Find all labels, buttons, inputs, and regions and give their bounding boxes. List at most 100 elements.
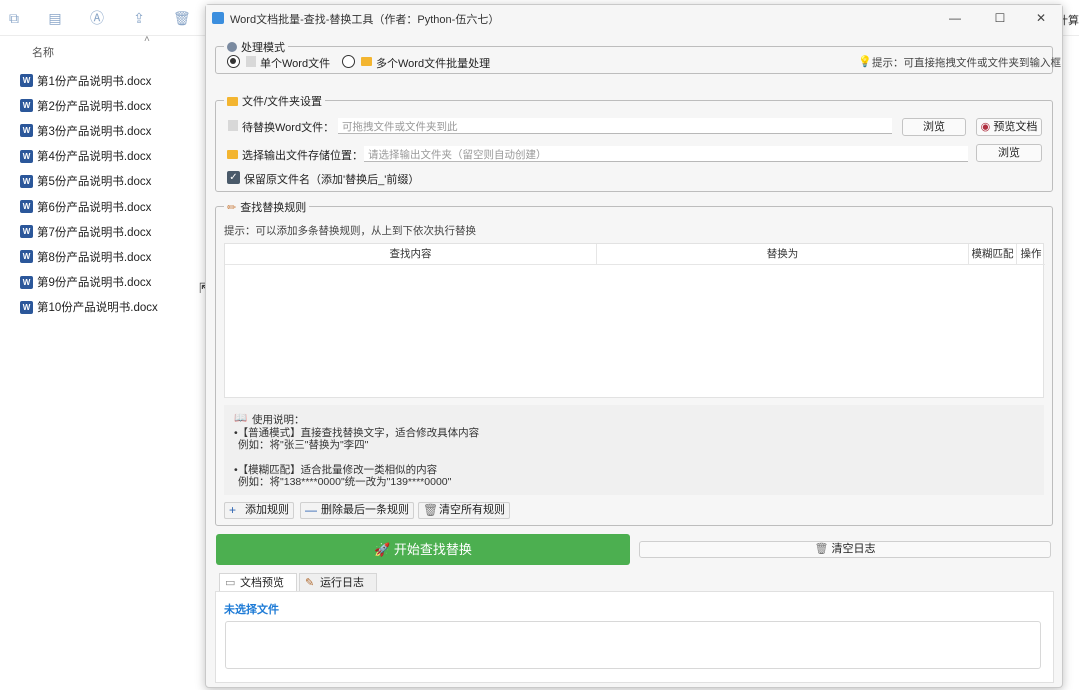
file-name: 第1份产品说明书.docx [37, 75, 152, 88]
replace-tool-window: Word文档批量-查找-替换工具（作者：Python-伍六七） — ☐ ✕ 处理… [205, 4, 1063, 688]
rules-table[interactable]: 查找内容 替换为 模糊匹配 操作 [224, 243, 1045, 398]
word-file-icon: W [20, 250, 33, 264]
book-icon: 📖 [234, 412, 248, 424]
file-icon [246, 56, 256, 67]
start-replace-button[interactable]: 🚀 开始查找替换 [216, 534, 630, 565]
word-file-icon: W [20, 99, 33, 113]
paste-icon[interactable]: ▤ [47, 9, 63, 27]
word-file-icon: W [20, 225, 33, 239]
file-row[interactable]: W 第9份产品说明书.docx [20, 270, 158, 295]
output-folder-input[interactable]: 请选择输出文件夹（留空则自动创建） [364, 146, 968, 162]
keep-name-label[interactable]: 保留原文件名（添加'替换后_'前缀） [244, 171, 419, 187]
delete-last-rule-label: 删除最后一条规则 [321, 504, 409, 516]
column-find: 查找内容 [225, 244, 597, 264]
column-action: 操作 [1020, 248, 1042, 260]
file-name: 第8份产品说明书.docx [37, 251, 152, 264]
copy-icon[interactable]: ⧉ [6, 9, 22, 27]
clear-rules-label: 清空所有规则 [439, 504, 505, 516]
mode-legend-text: 处理模式 [241, 42, 285, 54]
trash-icon: 🗑 [423, 503, 439, 517]
batch-label[interactable]: 多个Word文件批量处理 [376, 55, 490, 71]
keep-name-checkbox[interactable]: ✓ [227, 171, 240, 184]
output-label: 选择输出文件存储位置： [242, 150, 363, 162]
file-row[interactable]: W 第6份产品说明书.docx [20, 194, 158, 219]
file-name: 第10份产品说明书.docx [37, 302, 158, 315]
file-row[interactable]: W 第8份产品说明书.docx [20, 244, 158, 269]
preview-content-box[interactable] [225, 621, 1041, 669]
rules-group: ✏ 查找替换规则 提示：可以添加多条替换规则，从上到下依次执行替换 查找内容 替换… [215, 199, 1053, 526]
tab-document-preview-label: 文档预览 [240, 577, 284, 589]
folder-icon [227, 96, 238, 106]
trash-icon: 🗑 [814, 543, 832, 555]
file-name: 第2份产品说明书.docx [37, 100, 152, 113]
browse-output-button[interactable]: 浏览 [976, 144, 1042, 162]
word-file-icon: W [20, 275, 33, 289]
folder-icon [227, 150, 238, 159]
file-row[interactable]: W 第10份产品说明书.docx [20, 295, 158, 320]
word-file-icon: W [20, 174, 33, 188]
title-bar[interactable]: Word文档批量-查找-替换工具（作者：Python-伍六七） — ☐ ✕ [206, 5, 1062, 31]
radio-single-file[interactable] [227, 55, 240, 68]
tab-run-log-label: 运行日志 [320, 577, 364, 589]
browse-source-button[interactable]: 浏览 [902, 118, 966, 136]
source-label: 待替换Word文件： [242, 122, 335, 134]
mode-group: 处理模式 单个Word文件 多个Word文件批量处理 💡 提示：可直接拖拽文件或… [215, 39, 1061, 74]
minus-icon: — [305, 503, 317, 517]
source-input[interactable]: 可拖拽文件或文件夹到此 [338, 118, 892, 134]
window-title: Word文档批量-查找-替换工具（作者：Python-伍六七） [230, 14, 500, 26]
rename-icon[interactable]: Ⓐ [89, 9, 105, 27]
file-name: 第6份产品说明书.docx [37, 201, 152, 214]
clear-log-label: 清空日志 [831, 543, 876, 555]
delete-last-rule-button[interactable]: — 删除最后一条规则 [300, 502, 414, 519]
file-settings-legend-text: 文件/文件夹设置 [242, 96, 323, 108]
delete-icon[interactable]: 🗑 [173, 9, 191, 27]
file-name: 第3份产品说明书.docx [37, 125, 152, 138]
word-file-icon: W [20, 149, 33, 163]
file-row[interactable]: W 第2份产品说明书.docx [20, 93, 158, 118]
sort-up-icon[interactable]: ˄ [144, 34, 150, 45]
maximize-button[interactable]: ☐ [991, 9, 1009, 27]
clear-log-button[interactable]: 🗑 清空日志 [639, 541, 1051, 558]
file-icon [228, 120, 238, 131]
close-button[interactable]: ✕ [1032, 9, 1050, 27]
preview-panel: 未选择文件 [215, 591, 1054, 683]
file-name: 第9份产品说明书.docx [37, 277, 152, 290]
tab-document-preview[interactable]: ▭ 文档预览 [219, 573, 297, 591]
file-settings-legend: 文件/文件夹设置 [224, 93, 326, 109]
share-icon[interactable]: ⇪ [131, 9, 147, 27]
word-file-icon: W [20, 74, 33, 88]
column-replace: 替换为 [597, 244, 969, 264]
file-row[interactable]: W 第3份产品说明书.docx [20, 118, 158, 143]
file-row[interactable]: W 第1份产品说明书.docx [20, 68, 158, 93]
add-rule-button[interactable]: + 添加规则 [224, 502, 294, 519]
file-name: 第5份产品说明书.docx [37, 176, 152, 189]
gear-icon [227, 42, 237, 52]
document-icon: ▭ [225, 577, 236, 589]
file-name: 第4份产品说明书.docx [37, 151, 152, 164]
radio-batch[interactable] [342, 55, 355, 68]
preview-document-label: 预览文档 [993, 121, 1038, 133]
table-header-divider [225, 264, 1045, 265]
help-example-fuzzy: 例如：将"138****0000"统一改为"139****0000" [238, 476, 452, 488]
file-row[interactable]: W 第4份产品说明书.docx [20, 144, 158, 169]
rules-legend-text: 查找替换规则 [240, 202, 307, 214]
rules-legend: ✏ 查找替换规则 [224, 199, 310, 215]
app-icon [212, 12, 224, 24]
rules-hint: 提示：可以添加多条替换规则，从上到下依次执行替换 [224, 225, 476, 237]
file-row[interactable]: W 第5份产品说明书.docx [20, 169, 158, 194]
minimize-button[interactable]: — [946, 9, 964, 27]
plus-icon: + [229, 503, 237, 517]
word-file-icon: W [20, 200, 33, 214]
file-row[interactable]: W 第7份产品说明书.docx [20, 219, 158, 244]
mode-hint: 提示：可直接拖拽文件或文件夹到输入框 [872, 57, 1061, 69]
word-file-icon: W [20, 124, 33, 138]
clear-rules-button[interactable]: 🗑 清空所有规则 [418, 502, 510, 519]
folder-icon [361, 57, 372, 66]
eye-icon: ◉ [980, 121, 994, 133]
usage-help: 📖 使用说明： •【普通模式】直接查找替换文字，适合修改具体内容 例如：将"张三… [224, 405, 1044, 495]
single-file-label[interactable]: 单个Word文件 [260, 55, 330, 71]
column-header-name[interactable]: 名称 [32, 44, 54, 60]
help-example-normal: 例如：将"张三"替换为"李四" [238, 439, 369, 451]
tab-run-log[interactable]: ✎ 运行日志 [299, 573, 377, 591]
preview-document-button[interactable]: ◉ 预览文档 [976, 118, 1042, 136]
